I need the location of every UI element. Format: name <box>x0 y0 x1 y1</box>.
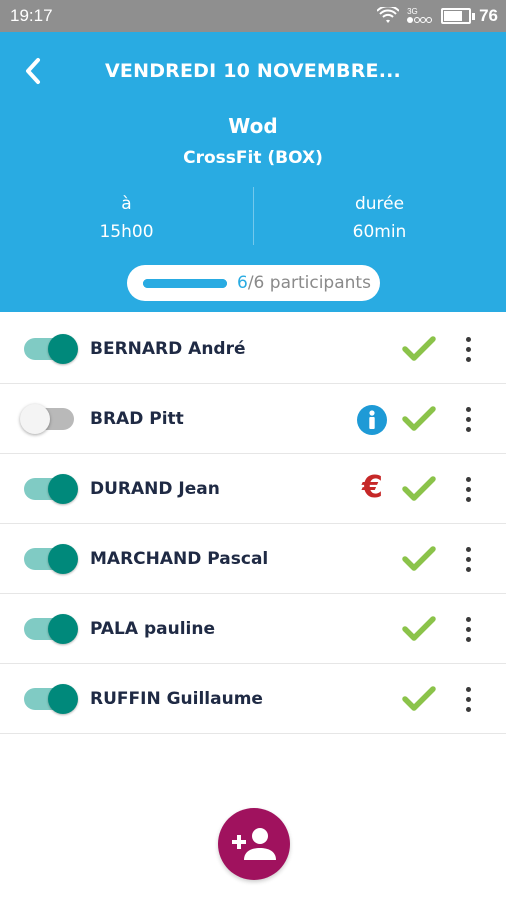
network-label: 3G <box>407 7 418 16</box>
participant-name: BERNARD André <box>90 339 246 359</box>
session-header: VENDREDI 10 NOVEMBRE... Wod CrossFit (BO… <box>0 32 506 312</box>
signal-icon: 3G <box>407 8 433 24</box>
add-person-icon <box>232 828 276 860</box>
check-icon <box>402 686 436 712</box>
more-options-icon[interactable] <box>456 474 480 504</box>
more-options-icon[interactable] <box>456 544 480 574</box>
start-time-label: à <box>121 194 132 214</box>
duration-value: 60min <box>352 222 407 242</box>
page-title: VENDREDI 10 NOVEMBRE... <box>105 60 401 82</box>
status-bar: 19:17 3G 76 <box>0 0 506 32</box>
check-icon <box>402 476 436 502</box>
check-icon <box>402 406 436 432</box>
participant-name: BRAD Pitt <box>90 409 184 429</box>
participants-count: 6/6 participants <box>237 273 371 293</box>
battery-percent: 76 <box>479 6 498 25</box>
participant-toggle[interactable] <box>24 684 78 714</box>
back-button[interactable] <box>16 54 50 88</box>
participant-row[interactable]: MARCHAND Pascal <box>0 524 506 594</box>
more-options-icon[interactable] <box>456 334 480 364</box>
add-participant-button[interactable] <box>218 808 290 880</box>
info-icon[interactable] <box>356 404 388 436</box>
participant-row[interactable]: BRAD Pitt <box>0 384 506 454</box>
participant-toggle[interactable] <box>20 404 76 434</box>
class-location: CrossFit (BOX) <box>183 148 323 168</box>
status-icons: 3G 76 <box>377 6 498 26</box>
more-options-icon[interactable] <box>456 614 480 644</box>
check-icon <box>402 336 436 362</box>
participant-row[interactable]: DURAND Jean € <box>0 454 506 524</box>
participant-row[interactable]: RUFFIN Guillaume <box>0 664 506 734</box>
duration-block: durée 60min <box>253 190 506 246</box>
participant-list: BERNARD André BRAD Pitt DURAND Jean € MARCHA… <box>0 314 506 734</box>
participant-name: MARCHAND Pascal <box>90 549 269 569</box>
participants-progress-bar <box>143 278 227 288</box>
check-icon <box>402 616 436 642</box>
chevron-left-icon <box>26 58 40 84</box>
participant-row[interactable]: BERNARD André <box>0 314 506 384</box>
participant-row[interactable]: PALA pauline <box>0 594 506 664</box>
status-time: 19:17 <box>10 6 53 25</box>
more-options-icon[interactable] <box>456 404 480 434</box>
participant-name: DURAND Jean <box>90 479 220 499</box>
duration-label: durée <box>354 194 405 214</box>
class-name: Wod <box>228 114 278 138</box>
participant-toggle[interactable] <box>24 334 78 364</box>
participants-total: /6 participants <box>247 273 371 293</box>
participant-name: RUFFIN Guillaume <box>90 689 263 709</box>
participants-current: 6 <box>237 273 248 293</box>
battery-icon: 76 <box>441 6 498 26</box>
check-icon <box>402 546 436 572</box>
participant-toggle[interactable] <box>24 544 78 574</box>
wifi-icon <box>377 7 400 23</box>
participants-badge: 6/6 participants <box>127 265 380 301</box>
euro-icon[interactable]: € <box>362 468 383 508</box>
participant-toggle[interactable] <box>24 614 78 644</box>
more-options-icon[interactable] <box>456 684 480 714</box>
start-time-block: à 15h00 <box>0 190 253 246</box>
start-time-value: 15h00 <box>99 222 154 242</box>
participant-name: PALA pauline <box>90 619 215 639</box>
participant-toggle[interactable] <box>24 474 78 504</box>
